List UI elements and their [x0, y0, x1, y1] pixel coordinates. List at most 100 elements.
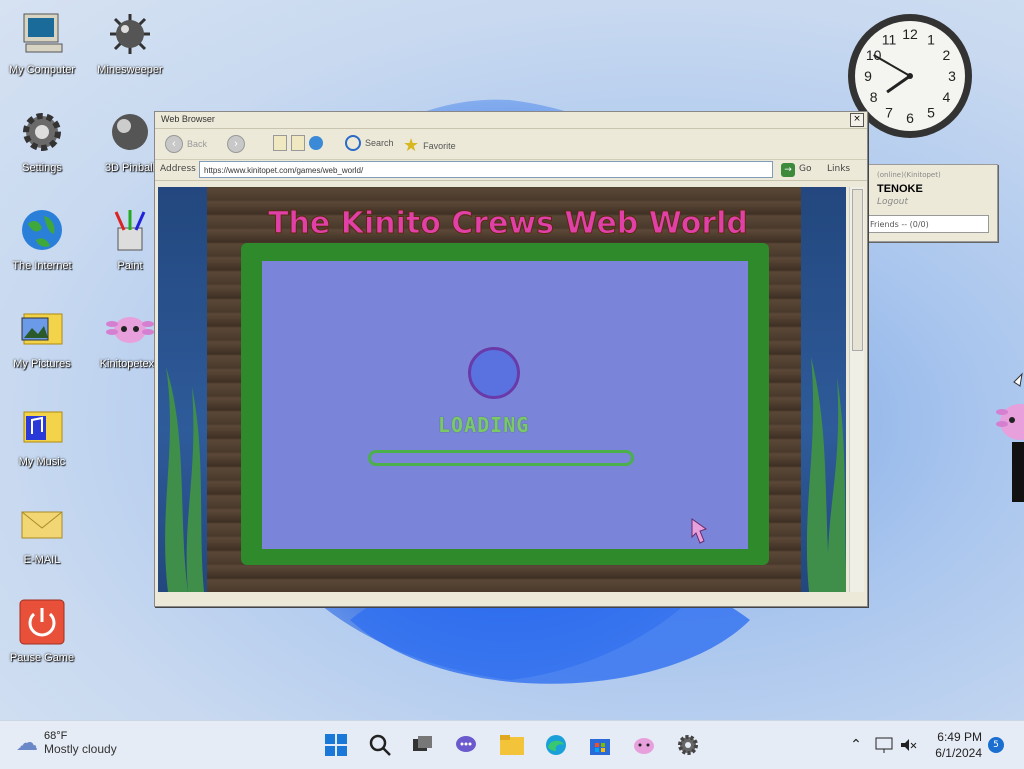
axolotl-character[interactable] [992, 372, 1024, 514]
weather-temp: 68°F [44, 730, 68, 742]
search-icon [345, 135, 361, 151]
network-icon [875, 737, 893, 753]
back-arrow-icon: ‹ [165, 135, 183, 153]
pinball-icon [104, 106, 156, 158]
friends-list[interactable]: Friends -- (0/0) [865, 215, 989, 233]
file-explorer-button[interactable] [498, 731, 526, 759]
links-label[interactable]: Links [827, 164, 850, 174]
clock-numeral: 1 [927, 32, 935, 48]
chat-button[interactable] [452, 731, 480, 759]
web-content[interactable]: The Kinito Crews Web World LOADING [158, 187, 846, 592]
address-input[interactable]: https://www.kinitopet.com/games/web_worl… [199, 161, 773, 178]
desktop-icon-pause-game[interactable]: Pause Game [2, 596, 82, 664]
paint-icon [104, 204, 156, 256]
edge-button[interactable] [542, 731, 570, 759]
chat-status: (online)(Kinitopet) [877, 171, 941, 179]
clock-numeral: 12 [902, 26, 918, 42]
weather-widget[interactable]: ☁ 68°F Mostly cloudy [16, 730, 117, 756]
go-arrow-icon[interactable]: → [781, 163, 795, 177]
chat-username: TENOKE [877, 183, 923, 195]
desktop-icon-my-music[interactable]: My Music [2, 400, 82, 468]
gear-icon [678, 735, 698, 755]
icon-label: Settings [22, 162, 62, 174]
kinitopet-taskbar-button[interactable] [630, 731, 658, 759]
vertical-scrollbar[interactable] [849, 187, 864, 592]
game-banner: The Kinito Crews Web World [268, 206, 749, 242]
page-icons [273, 135, 323, 151]
gear-icon [16, 106, 68, 158]
icon-label: The Internet [12, 260, 72, 272]
volume-button[interactable] [894, 731, 922, 759]
scroll-thumb[interactable] [852, 189, 863, 351]
go-label[interactable]: Go [799, 164, 811, 174]
folder-icon [500, 735, 524, 755]
forward-button[interactable]: › [227, 135, 245, 153]
back-label: Back [187, 139, 208, 149]
title-bar[interactable]: Web Browser × [155, 112, 867, 129]
desktop-icon-my-computer[interactable]: My Computer [2, 8, 82, 76]
icon-label: Pause Game [9, 652, 75, 664]
clock-numeral: 7 [885, 104, 893, 120]
start-button[interactable] [322, 731, 350, 759]
task-view-button[interactable] [408, 731, 436, 759]
cloud-icon: ☁ [16, 730, 38, 756]
clock-numeral: 11 [882, 32, 897, 48]
tray-overflow-button[interactable]: ⌃ [842, 731, 870, 759]
clock-numeral: 9 [864, 68, 872, 84]
settings-taskbar-button[interactable] [674, 731, 702, 759]
taskbar: ☁ 68°F Mostly cloudy ⌃ 6:49 PM 6/1/2024 … [0, 720, 1024, 769]
icon-label: Minesweeper [97, 64, 163, 76]
chevron-up-icon: ⌃ [850, 737, 862, 753]
favorite-button[interactable]: ★ Favorite [403, 135, 456, 156]
store-icon [590, 739, 610, 755]
close-button[interactable]: × [850, 113, 864, 127]
clock-numeral: 8 [870, 89, 878, 105]
axolotl-icon [104, 302, 156, 354]
music-folder-icon [16, 400, 68, 452]
window-title: Web Browser [161, 114, 215, 124]
address-bar: Address https://www.kinitopet.com/games/… [155, 160, 867, 181]
loading-orb [468, 347, 520, 399]
search-button[interactable] [366, 731, 394, 759]
seaweed-right [806, 357, 846, 592]
desktop-icon-minesweeper[interactable]: Minesweeper [90, 8, 170, 76]
clock-numeral: 2 [942, 47, 950, 63]
back-button[interactable]: ‹ Back [165, 135, 207, 153]
loading-label: LOADING [438, 413, 530, 437]
clock-numeral: 5 [927, 104, 935, 120]
search-label: Search [365, 138, 394, 148]
desktop-icon-email[interactable]: E-MAIL [2, 498, 82, 566]
search-icon [369, 734, 391, 756]
desktop-icon-settings[interactable]: Settings [2, 106, 82, 174]
windows-icon [325, 734, 347, 756]
mail-icon [16, 498, 68, 550]
icon-label: My Pictures [13, 358, 71, 370]
page-icon[interactable] [273, 135, 287, 151]
taskbar-time: 6:49 PM [937, 730, 982, 744]
computer-icon [16, 8, 68, 60]
chat-icon [456, 736, 476, 752]
volume-muted-icon [901, 739, 917, 751]
icon-label: My Music [18, 456, 66, 468]
globe-icon[interactable] [309, 136, 323, 150]
globe-icon [16, 204, 68, 256]
forward-arrow-icon: › [227, 135, 245, 153]
weather-condition: Mostly cloudy [44, 742, 117, 756]
desktop-icon-internet[interactable]: The Internet [2, 204, 82, 272]
loading-panel [262, 261, 748, 549]
pictures-folder-icon [16, 302, 68, 354]
power-icon [16, 596, 68, 648]
task-view-icon [413, 736, 432, 751]
search-button[interactable]: Search [345, 135, 394, 151]
store-button[interactable] [586, 731, 614, 759]
notification-badge[interactable]: 5 [988, 737, 1004, 753]
clock-numeral: 4 [942, 89, 950, 105]
edge-icon [546, 735, 566, 755]
logout-link[interactable]: Logout [877, 197, 908, 207]
desktop-icon-my-pictures[interactable]: My Pictures [2, 302, 82, 370]
page-icon[interactable] [291, 135, 305, 151]
axolotl-cursor-icon [691, 518, 708, 544]
icon-label: E-MAIL [23, 554, 61, 566]
clock-numeral: 6 [906, 110, 914, 126]
clock-area[interactable]: 6:49 PM 6/1/2024 [924, 729, 982, 761]
